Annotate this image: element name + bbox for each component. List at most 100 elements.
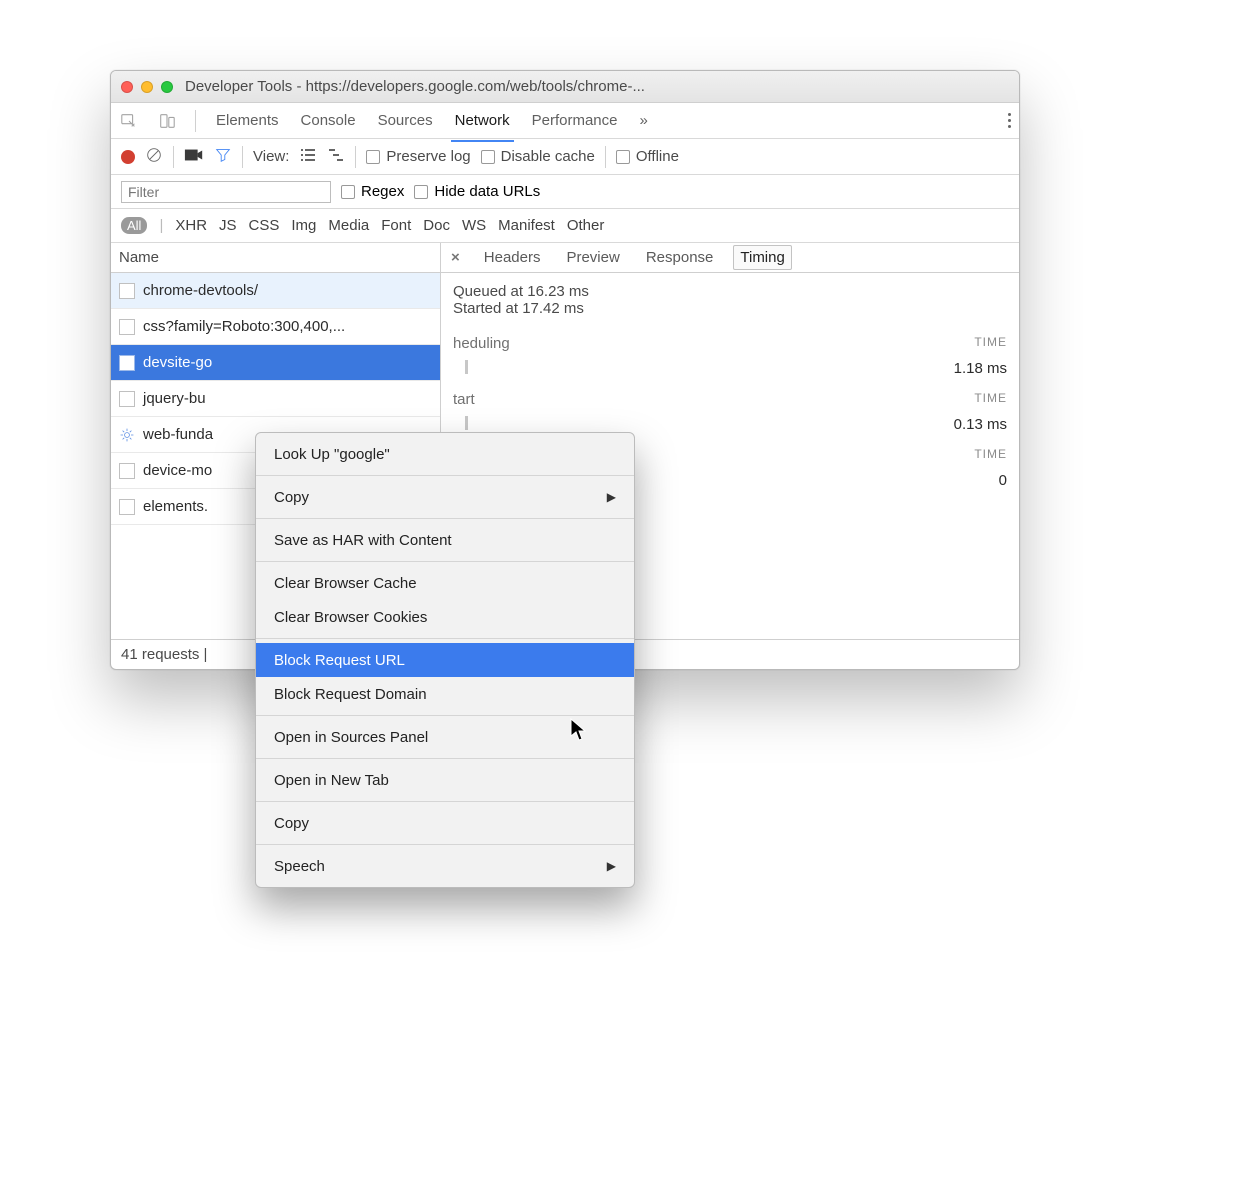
- ctx-separator: [256, 844, 634, 845]
- request-row[interactable]: devsite-go: [111, 345, 440, 381]
- preserve-log-checkbox[interactable]: Preserve log: [366, 148, 470, 165]
- context-menu: Look Up "google" Copy▶ Save as HAR with …: [255, 432, 635, 888]
- tab-preview[interactable]: Preview: [560, 246, 625, 269]
- file-icon: [119, 391, 135, 407]
- offline-checkbox[interactable]: Offline: [616, 148, 679, 165]
- chevron-right-icon: ▶: [607, 859, 616, 873]
- column-header[interactable]: Name: [111, 243, 440, 273]
- file-icon: [119, 355, 135, 371]
- hide-data-urls-label: Hide data URLs: [434, 183, 540, 200]
- window-controls: [121, 81, 173, 93]
- ctx-block-domain[interactable]: Block Request Domain: [256, 677, 634, 711]
- regex-label: Regex: [361, 183, 404, 200]
- response-value: 0: [999, 472, 1007, 489]
- resource-type-row: All | XHR JS CSS Img Media Font Doc WS M…: [111, 209, 1019, 243]
- ctx-save-har[interactable]: Save as HAR with Content: [256, 523, 634, 557]
- type-media[interactable]: Media: [328, 217, 369, 234]
- status-text: 41 requests |: [121, 646, 207, 663]
- started-text: Started at 17.42 ms: [453, 300, 1007, 317]
- disable-cache-checkbox[interactable]: Disable cache: [481, 148, 595, 165]
- zoom-window-button[interactable]: [161, 81, 173, 93]
- devtools-tabbar: Elements Console Sources Network Perform…: [111, 103, 1019, 139]
- offline-label: Offline: [636, 148, 679, 165]
- ctx-separator: [256, 518, 634, 519]
- file-icon: [119, 319, 135, 335]
- queued-text: Queued at 16.23 ms: [453, 283, 1007, 300]
- close-icon[interactable]: ×: [447, 249, 464, 266]
- type-doc[interactable]: Doc: [423, 217, 450, 234]
- tab-performance[interactable]: Performance: [530, 108, 620, 133]
- tab-elements[interactable]: Elements: [214, 108, 281, 133]
- ctx-separator: [256, 561, 634, 562]
- device-toggle-icon[interactable]: [157, 111, 177, 131]
- type-css[interactable]: CSS: [249, 217, 280, 234]
- gear-icon: [119, 427, 135, 443]
- ctx-block-url[interactable]: Block Request URL: [256, 643, 634, 677]
- type-other[interactable]: Other: [567, 217, 605, 234]
- time-caption: TIME: [974, 447, 1007, 464]
- type-all[interactable]: All: [121, 217, 147, 234]
- titlebar: Developer Tools - https://developers.goo…: [111, 71, 1019, 103]
- view-waterfall-icon[interactable]: [327, 148, 345, 166]
- request-row[interactable]: chrome-devtools/: [111, 273, 440, 309]
- tab-sources[interactable]: Sources: [376, 108, 435, 133]
- filter-row: Regex Hide data URLs: [111, 175, 1019, 209]
- type-img[interactable]: Img: [291, 217, 316, 234]
- disable-cache-label: Disable cache: [501, 148, 595, 165]
- ctx-clear-cookies[interactable]: Clear Browser Cookies: [256, 600, 634, 634]
- divider: [355, 146, 356, 168]
- request-name: css?family=Roboto:300,400,...: [143, 318, 345, 335]
- type-manifest[interactable]: Manifest: [498, 217, 555, 234]
- preserve-log-label: Preserve log: [386, 148, 470, 165]
- tab-response[interactable]: Response: [640, 246, 720, 269]
- ctx-speech-submenu[interactable]: Speech▶: [256, 849, 634, 883]
- time-caption: TIME: [974, 391, 1007, 408]
- divider: [195, 110, 196, 132]
- minimize-window-button[interactable]: [141, 81, 153, 93]
- regex-checkbox[interactable]: Regex: [341, 183, 404, 200]
- divider: [242, 146, 243, 168]
- network-toolbar: View: Preserve log Disable cache Offline: [111, 139, 1019, 175]
- type-js[interactable]: JS: [219, 217, 237, 234]
- request-name: chrome-devtools/: [143, 282, 258, 299]
- chevron-right-icon: ▶: [607, 490, 616, 504]
- ctx-separator: [256, 638, 634, 639]
- inspect-icon[interactable]: [119, 111, 139, 131]
- ctx-separator: [256, 758, 634, 759]
- filter-icon[interactable]: [214, 146, 232, 168]
- request-row[interactable]: jquery-bu: [111, 381, 440, 417]
- request-row[interactable]: css?family=Roboto:300,400,...: [111, 309, 440, 345]
- request-name: devsite-go: [143, 354, 212, 371]
- clear-icon[interactable]: [145, 146, 163, 168]
- tab-console[interactable]: Console: [299, 108, 358, 133]
- file-icon: [119, 283, 135, 299]
- tab-timing[interactable]: Timing: [733, 245, 791, 270]
- start-label: tart: [453, 391, 475, 408]
- close-window-button[interactable]: [121, 81, 133, 93]
- tab-network[interactable]: Network: [453, 108, 512, 133]
- time-caption: TIME: [974, 335, 1007, 352]
- filter-input[interactable]: [121, 181, 331, 203]
- cursor-icon: [570, 718, 588, 742]
- ctx-copy[interactable]: Copy: [256, 806, 634, 840]
- tab-overflow[interactable]: »: [638, 108, 650, 133]
- type-font[interactable]: Font: [381, 217, 411, 234]
- kebab-menu-icon[interactable]: [1008, 113, 1011, 128]
- ctx-separator: [256, 715, 634, 716]
- file-icon: [119, 499, 135, 515]
- view-list-icon[interactable]: [299, 148, 317, 166]
- ctx-clear-cache[interactable]: Clear Browser Cache: [256, 566, 634, 600]
- camera-icon[interactable]: [184, 147, 204, 167]
- record-button[interactable]: [121, 150, 135, 164]
- ctx-look-up[interactable]: Look Up "google": [256, 437, 634, 471]
- hide-data-urls-checkbox[interactable]: Hide data URLs: [414, 183, 540, 200]
- ctx-open-new-tab[interactable]: Open in New Tab: [256, 763, 634, 797]
- tab-headers[interactable]: Headers: [478, 246, 547, 269]
- type-ws[interactable]: WS: [462, 217, 486, 234]
- scheduling-value: 1.18 ms: [954, 360, 1007, 377]
- window-title: Developer Tools - https://developers.goo…: [185, 78, 645, 95]
- file-icon: [119, 463, 135, 479]
- request-name: device-mo: [143, 462, 212, 479]
- ctx-copy-submenu[interactable]: Copy▶: [256, 480, 634, 514]
- type-xhr[interactable]: XHR: [175, 217, 207, 234]
